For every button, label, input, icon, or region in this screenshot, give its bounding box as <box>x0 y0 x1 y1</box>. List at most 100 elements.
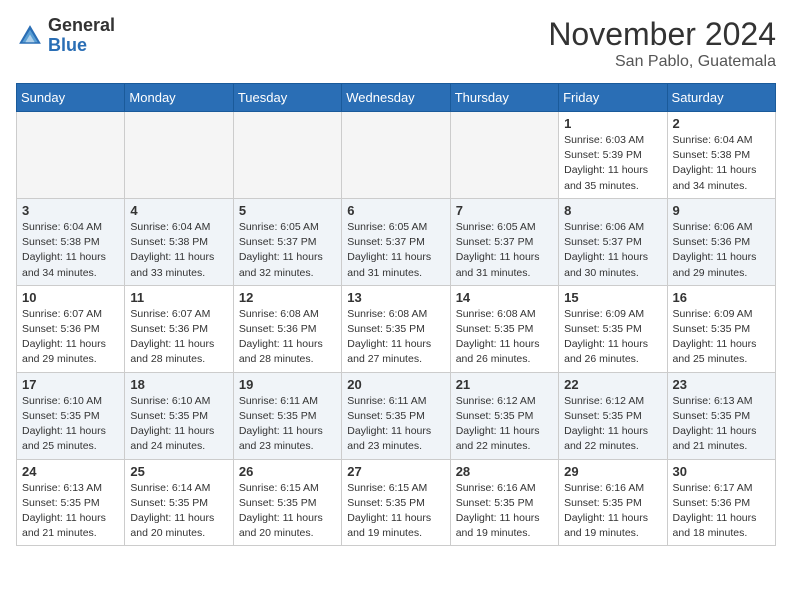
calendar-cell: 1 Sunrise: 6:03 AM Sunset: 5:39 PM Daylig… <box>559 112 667 199</box>
day-info: Sunrise: 6:04 AM Sunset: 5:38 PM Dayligh… <box>673 133 770 194</box>
day-info: Sunrise: 6:08 AM Sunset: 5:35 PM Dayligh… <box>456 307 553 368</box>
day-number: 20 <box>347 377 444 392</box>
calendar-cell: 16 Sunrise: 6:09 AM Sunset: 5:35 PM Dayli… <box>667 285 775 372</box>
calendar-cell <box>450 112 558 199</box>
day-info: Sunrise: 6:05 AM Sunset: 5:37 PM Dayligh… <box>347 220 444 281</box>
logo-text: General Blue <box>48 16 115 56</box>
calendar-cell: 10 Sunrise: 6:07 AM Sunset: 5:36 PM Dayli… <box>17 285 125 372</box>
day-info: Sunrise: 6:15 AM Sunset: 5:35 PM Dayligh… <box>347 481 444 542</box>
day-info: Sunrise: 6:04 AM Sunset: 5:38 PM Dayligh… <box>22 220 119 281</box>
day-number: 28 <box>456 464 553 479</box>
day-number: 8 <box>564 203 661 218</box>
day-info: Sunrise: 6:17 AM Sunset: 5:36 PM Dayligh… <box>673 481 770 542</box>
page-header: General Blue November 2024 San Pablo, Gu… <box>16 16 776 71</box>
calendar-cell <box>233 112 341 199</box>
day-number: 7 <box>456 203 553 218</box>
day-info: Sunrise: 6:14 AM Sunset: 5:35 PM Dayligh… <box>130 481 227 542</box>
day-info: Sunrise: 6:11 AM Sunset: 5:35 PM Dayligh… <box>347 394 444 455</box>
day-number: 29 <box>564 464 661 479</box>
day-info: Sunrise: 6:07 AM Sunset: 5:36 PM Dayligh… <box>22 307 119 368</box>
day-info: Sunrise: 6:05 AM Sunset: 5:37 PM Dayligh… <box>456 220 553 281</box>
day-info: Sunrise: 6:10 AM Sunset: 5:35 PM Dayligh… <box>22 394 119 455</box>
day-info: Sunrise: 6:08 AM Sunset: 5:35 PM Dayligh… <box>347 307 444 368</box>
calendar-cell: 9Sunrise: 6:06 AM Sunset: 5:36 PM Daylig… <box>667 198 775 285</box>
day-number: 25 <box>130 464 227 479</box>
calendar-cell: 4 Sunrise: 6:04 AM Sunset: 5:38 PM Daylig… <box>125 198 233 285</box>
logo: General Blue <box>16 16 115 56</box>
day-info: Sunrise: 6:12 AM Sunset: 5:35 PM Dayligh… <box>564 394 661 455</box>
day-number: 26 <box>239 464 336 479</box>
day-info: Sunrise: 6:05 AM Sunset: 5:37 PM Dayligh… <box>239 220 336 281</box>
day-number: 2 <box>673 116 770 131</box>
calendar-cell: 30 Sunrise: 6:17 AM Sunset: 5:36 PM Dayli… <box>667 459 775 546</box>
day-info: Sunrise: 6:10 AM Sunset: 5:35 PM Dayligh… <box>130 394 227 455</box>
calendar-cell: 20 Sunrise: 6:11 AM Sunset: 5:35 PM Dayli… <box>342 372 450 459</box>
day-number: 10 <box>22 290 119 305</box>
calendar-cell: 18 Sunrise: 6:10 AM Sunset: 5:35 PM Dayli… <box>125 372 233 459</box>
day-number: 16 <box>673 290 770 305</box>
day-number: 3 <box>22 203 119 218</box>
logo-general: General <box>48 15 115 35</box>
calendar-table: SundayMondayTuesdayWednesdayThursdayFrid… <box>16 83 776 546</box>
day-number: 1 <box>564 116 661 131</box>
day-of-week-header: Saturday <box>667 84 775 112</box>
location: San Pablo, Guatemala <box>548 53 776 71</box>
calendar-week-row: 3 Sunrise: 6:04 AM Sunset: 5:38 PM Daylig… <box>17 198 776 285</box>
day-info: Sunrise: 6:12 AM Sunset: 5:35 PM Dayligh… <box>456 394 553 455</box>
day-number: 11 <box>130 290 227 305</box>
day-number: 19 <box>239 377 336 392</box>
day-number: 30 <box>673 464 770 479</box>
day-number: 22 <box>564 377 661 392</box>
day-number: 4 <box>130 203 227 218</box>
day-number: 27 <box>347 464 444 479</box>
day-info: Sunrise: 6:09 AM Sunset: 5:35 PM Dayligh… <box>673 307 770 368</box>
calendar-cell: 8 Sunrise: 6:06 AM Sunset: 5:37 PM Daylig… <box>559 198 667 285</box>
day-number: 23 <box>673 377 770 392</box>
day-info: Sunrise: 6:15 AM Sunset: 5:35 PM Dayligh… <box>239 481 336 542</box>
calendar-cell: 23 Sunrise: 6:13 AM Sunset: 5:35 PM Dayli… <box>667 372 775 459</box>
logo-blue: Blue <box>48 35 87 55</box>
day-info: Sunrise: 6:03 AM Sunset: 5:39 PM Dayligh… <box>564 133 661 194</box>
calendar-cell: 25 Sunrise: 6:14 AM Sunset: 5:35 PM Dayli… <box>125 459 233 546</box>
calendar-cell: 15Sunrise: 6:09 AM Sunset: 5:35 PM Dayli… <box>559 285 667 372</box>
day-info: Sunrise: 6:04 AM Sunset: 5:38 PM Dayligh… <box>130 220 227 281</box>
calendar-cell: 24 Sunrise: 6:13 AM Sunset: 5:35 PM Dayli… <box>17 459 125 546</box>
day-info: Sunrise: 6:06 AM Sunset: 5:37 PM Dayligh… <box>564 220 661 281</box>
day-of-week-header: Tuesday <box>233 84 341 112</box>
calendar-week-row: 24 Sunrise: 6:13 AM Sunset: 5:35 PM Dayli… <box>17 459 776 546</box>
calendar-cell: 29 Sunrise: 6:16 AM Sunset: 5:35 PM Dayli… <box>559 459 667 546</box>
day-info: Sunrise: 6:13 AM Sunset: 5:35 PM Dayligh… <box>673 394 770 455</box>
calendar-cell: 2 Sunrise: 6:04 AM Sunset: 5:38 PM Daylig… <box>667 112 775 199</box>
day-info: Sunrise: 6:13 AM Sunset: 5:35 PM Dayligh… <box>22 481 119 542</box>
calendar-cell: 11 Sunrise: 6:07 AM Sunset: 5:36 PM Dayli… <box>125 285 233 372</box>
day-number: 13 <box>347 290 444 305</box>
day-info: Sunrise: 6:11 AM Sunset: 5:35 PM Dayligh… <box>239 394 336 455</box>
day-number: 24 <box>22 464 119 479</box>
day-number: 9 <box>673 203 770 218</box>
day-of-week-header: Friday <box>559 84 667 112</box>
calendar-cell: 6 Sunrise: 6:05 AM Sunset: 5:37 PM Daylig… <box>342 198 450 285</box>
day-number: 17 <box>22 377 119 392</box>
day-number: 18 <box>130 377 227 392</box>
day-of-week-header: Wednesday <box>342 84 450 112</box>
calendar-cell: 3 Sunrise: 6:04 AM Sunset: 5:38 PM Daylig… <box>17 198 125 285</box>
day-number: 15 <box>564 290 661 305</box>
day-of-week-header: Thursday <box>450 84 558 112</box>
day-info: Sunrise: 6:07 AM Sunset: 5:36 PM Dayligh… <box>130 307 227 368</box>
calendar-week-row: 1 Sunrise: 6:03 AM Sunset: 5:39 PM Daylig… <box>17 112 776 199</box>
calendar-cell: 22 Sunrise: 6:12 AM Sunset: 5:35 PM Dayli… <box>559 372 667 459</box>
calendar-cell: 21Sunrise: 6:12 AM Sunset: 5:35 PM Dayli… <box>450 372 558 459</box>
day-of-week-header: Monday <box>125 84 233 112</box>
day-number: 14 <box>456 290 553 305</box>
day-info: Sunrise: 6:16 AM Sunset: 5:35 PM Dayligh… <box>564 481 661 542</box>
calendar-header-row: SundayMondayTuesdayWednesdayThursdayFrid… <box>17 84 776 112</box>
logo-icon <box>16 22 44 50</box>
calendar-cell: 28 Sunrise: 6:16 AM Sunset: 5:35 PM Dayli… <box>450 459 558 546</box>
calendar-cell: 14 Sunrise: 6:08 AM Sunset: 5:35 PM Dayli… <box>450 285 558 372</box>
calendar-cell: 7 Sunrise: 6:05 AM Sunset: 5:37 PM Daylig… <box>450 198 558 285</box>
day-info: Sunrise: 6:16 AM Sunset: 5:35 PM Dayligh… <box>456 481 553 542</box>
month-title: November 2024 <box>548 16 776 53</box>
calendar-cell <box>342 112 450 199</box>
calendar-week-row: 10 Sunrise: 6:07 AM Sunset: 5:36 PM Dayli… <box>17 285 776 372</box>
day-number: 6 <box>347 203 444 218</box>
